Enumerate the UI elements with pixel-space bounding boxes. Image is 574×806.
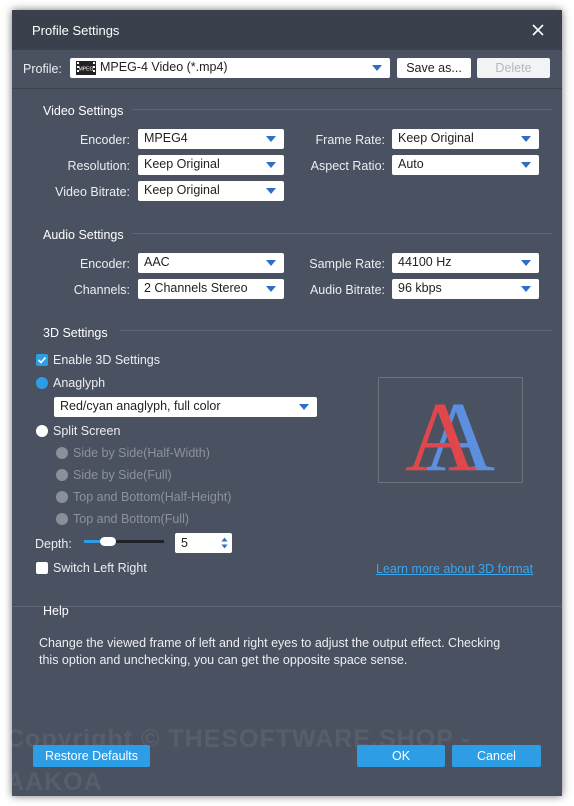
switch-left-right-label: Switch Left Right [53,561,147,575]
video-encoder-value: MPEG4 [144,131,188,145]
frame-rate-label: Frame Rate: [315,133,385,147]
audio-encoder-select[interactable]: AAC [138,253,284,273]
title-bar: Profile Settings [12,10,562,50]
close-icon[interactable] [528,20,548,40]
chevron-down-icon [266,286,276,292]
profile-label: Profile: [23,62,62,76]
switch-left-right-checkbox[interactable] [36,562,48,574]
video-encoder-select[interactable]: MPEG4 [138,129,284,149]
resolution-value: Keep Original [144,157,220,171]
profile-select[interactable]: MPEG MPEG-4 Video (*.mp4) [70,58,390,78]
sample-rate-label: Sample Rate: [309,257,385,271]
depth-slider-track[interactable] [84,537,164,546]
top-bottom-full-label: Top and Bottom(Full) [73,512,190,526]
divider [132,233,552,234]
spin-arrows-icon[interactable] [221,537,228,549]
audio-encoder-value: AAC [144,255,170,269]
video-format-icon: MPEG [76,61,96,75]
top-bottom-half-radio[interactable] [56,491,68,503]
side-by-side-half-radio[interactable] [56,447,68,459]
audio-encoder-label: Encoder: [79,257,130,271]
chevron-down-icon [521,162,531,168]
preview-letter-red: A [405,381,477,482]
window-title: Profile Settings [32,23,120,38]
audio-bitrate-label: Audio Bitrate: [309,283,385,297]
ok-button[interactable]: OK [357,745,445,767]
chevron-down-icon [266,136,276,142]
audio-bitrate-select[interactable]: 96 kbps [392,279,539,299]
format-badge: MPEG [79,67,94,73]
aspect-ratio-label: Aspect Ratio: [310,159,385,173]
delete-button[interactable]: Delete [477,58,550,78]
checkmark-icon [37,356,47,364]
divider [120,330,552,331]
divider [12,88,562,89]
depth-value: 5 [181,536,188,550]
profile-settings-dialog: Profile Settings Profile: MPEG MPEG-4 Vi… [6,10,562,796]
sample-rate-value: 44100 Hz [398,255,452,269]
anaglyph-label: Anaglyph [53,376,106,390]
resolution-label: Resolution: [67,159,130,173]
channels-select[interactable]: 2 Channels Stereo [138,279,284,299]
anaglyph-mode-select[interactable]: Red/cyan anaglyph, full color [54,397,317,417]
profile-value: MPEG-4 Video (*.mp4) [100,60,228,74]
3d-settings-title: 3D Settings [43,326,108,340]
enable-3d-label: Enable 3D Settings [53,353,161,367]
depth-slider-handle[interactable] [100,537,116,546]
side-by-side-full-radio[interactable] [56,469,68,481]
video-bitrate-select[interactable]: Keep Original [138,181,284,201]
audio-bitrate-value: 96 kbps [398,281,442,295]
chevron-down-icon [521,136,531,142]
help-text: Change the viewed frame of left and righ… [39,635,500,669]
split-screen-radio[interactable] [36,425,48,437]
chevron-down-icon [266,162,276,168]
save-as-button[interactable]: Save as... [397,58,471,78]
anaglyph-mode-value: Red/cyan anaglyph, full color [60,399,221,413]
cancel-button[interactable]: Cancel [452,745,541,767]
chevron-down-icon [299,404,309,410]
help-title: Help [43,604,69,618]
channels-value: 2 Channels Stereo [144,281,248,295]
top-bottom-full-radio[interactable] [56,513,68,525]
chevron-down-icon [266,260,276,266]
side-by-side-full-label: Side by Side(Full) [73,468,172,482]
video-encoder-label: Encoder: [79,133,130,147]
3d-preview: A A [378,377,523,492]
video-settings-title: Video Settings [43,104,124,118]
side-by-side-half-label: Side by Side(Half-Width) [73,446,210,460]
chevron-down-icon [521,286,531,292]
learn-more-3d-link[interactable]: Learn more about 3D format [376,562,533,576]
chevron-down-icon [266,188,276,194]
divider [132,109,552,110]
aspect-ratio-select[interactable]: Auto [392,155,539,175]
anaglyph-preview-image: A A [405,381,495,492]
frame-rate-value: Keep Original [398,131,474,145]
chevron-down-icon [372,65,382,71]
aspect-ratio-value: Auto [398,157,424,171]
split-screen-label: Split Screen [53,424,121,438]
depth-spinbox[interactable]: 5 [175,533,232,553]
anaglyph-radio[interactable] [36,377,48,389]
sample-rate-select[interactable]: 44100 Hz [392,253,539,273]
help-text-line: this option and unchecking, you can get … [39,653,408,667]
top-bottom-half-label: Top and Bottom(Half-Height) [73,490,232,504]
resolution-select[interactable]: Keep Original [138,155,284,175]
restore-defaults-button[interactable]: Restore Defaults [33,745,150,767]
audio-settings-title: Audio Settings [43,228,124,242]
channels-label: Channels: [73,283,130,297]
video-bitrate-label: Video Bitrate: [55,185,130,199]
enable-3d-checkbox[interactable] [36,354,48,366]
chevron-down-icon [521,260,531,266]
depth-label: Depth: [35,537,72,551]
watermark-text: AAKOA [6,768,103,796]
video-bitrate-value: Keep Original [144,183,220,197]
divider [12,606,562,607]
frame-rate-select[interactable]: Keep Original [392,129,539,149]
help-text-line: Change the viewed frame of left and righ… [39,636,501,650]
